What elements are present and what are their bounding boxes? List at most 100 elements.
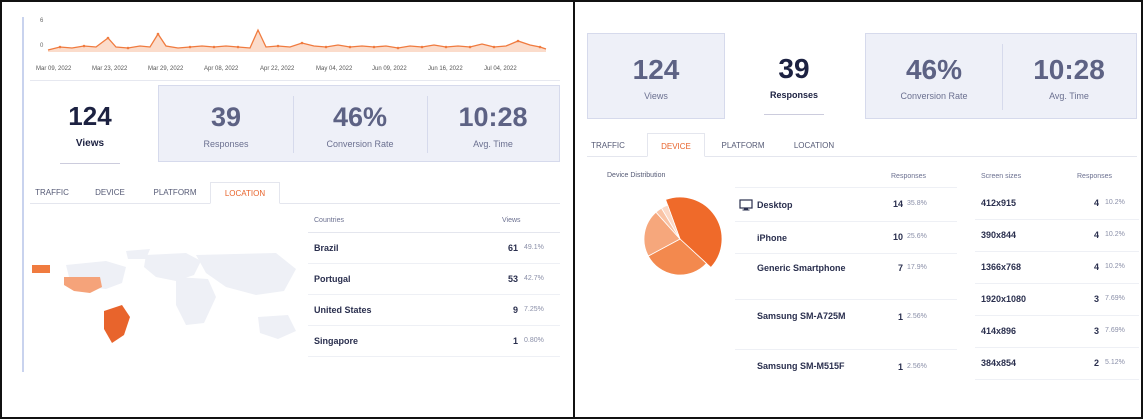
tab-location[interactable]: LOCATION: [783, 133, 845, 157]
table-row[interactable]: Brazil 61 49.1%: [308, 233, 560, 264]
right-panel: 124 Views 39 Responses 46% Conversion Ra…: [575, 2, 1141, 417]
table-row[interactable]: Desktop 14 35.8%: [735, 188, 957, 222]
timeline-line: [47, 28, 547, 52]
response-percent: 10.2%: [1105, 199, 1125, 206]
view-count: 53: [507, 274, 518, 284]
response-percent: 2.56%: [907, 313, 927, 320]
device-distribution-title: Device Distribution: [607, 172, 666, 179]
column-header: Responses: [891, 173, 927, 180]
stat-value: 10:28: [458, 102, 528, 132]
view-count: 1: [512, 336, 518, 346]
map-region-brazil: [104, 305, 130, 343]
response-count: 3: [1093, 326, 1099, 336]
timeline-dates: Mar 09, 2022 Mar 23, 2022 Mar 29, 2022 A…: [36, 66, 556, 76]
table-row[interactable]: Samsung SM-A725M 1 2.56%: [735, 300, 957, 350]
world-map: [32, 249, 296, 343]
tab-device[interactable]: DEVICE: [647, 133, 705, 157]
view-count: 9: [512, 305, 518, 315]
stat-conversion-card[interactable]: 46% Conversion Rate: [866, 34, 1002, 120]
stats-group: 39 Responses 46% Conversion Rate 10:28 A…: [158, 85, 560, 162]
table-row[interactable]: Samsung SM-M515F 1 2.56%: [735, 350, 957, 400]
column-header: Responses: [1077, 173, 1113, 180]
response-percent: 10.2%: [1105, 263, 1125, 270]
screen-size: 390x844: [981, 230, 1017, 240]
view-percent: 42.7%: [524, 275, 544, 282]
stat-value: 39: [210, 102, 242, 132]
response-percent: 25.6%: [907, 233, 927, 240]
tab-bar: TRAFFIC DEVICE PLATFORM LOCATION: [587, 133, 1137, 157]
response-count: 1: [897, 312, 903, 322]
stat-avg-time-card[interactable]: 10:28 Avg. Time: [427, 86, 559, 163]
response-count: 2: [1093, 358, 1099, 368]
table-row[interactable]: 384x854 2 5.12%: [975, 348, 1139, 380]
stat-conversion-card[interactable]: 46% Conversion Rate: [293, 86, 427, 163]
table-row[interactable]: 1920x1080 3 7.69%: [975, 284, 1139, 316]
stat-label: Conversion Rate: [900, 91, 968, 101]
table-row[interactable]: iPhone 10 25.6%: [735, 222, 957, 254]
tab-traffic[interactable]: TRAFFIC: [587, 133, 629, 157]
screen-size: 1920x1080: [981, 294, 1027, 304]
tab-platform[interactable]: PLATFORM: [715, 133, 771, 157]
table-row[interactable]: Generic Smartphone 7 17.9%: [735, 254, 957, 300]
response-percent: 2.56%: [907, 363, 927, 370]
date-label: Mar 09, 2022: [36, 66, 72, 72]
stat-views-card[interactable]: 124 Views: [587, 33, 725, 119]
table-row[interactable]: 1366x768 4 10.2%: [975, 252, 1139, 284]
countries-table: Countries Views Brazil 61 49.1% Portugal…: [308, 207, 560, 357]
table-row[interactable]: 414x896 3 7.69%: [975, 316, 1139, 348]
device-name: iPhone: [757, 233, 788, 243]
response-count: 10: [892, 232, 903, 242]
view-percent: 0.80%: [524, 337, 544, 344]
table-row[interactable]: Portugal 53 42.7%: [308, 264, 560, 295]
tab-bar: TRAFFIC DEVICE PLATFORM LOCATION: [30, 182, 560, 204]
selected-underline: [764, 114, 824, 115]
devices-table: Responses Desktop 14 35.8% iPhone 10 25.…: [735, 166, 957, 400]
separator: [30, 80, 560, 81]
stat-avg-time-card[interactable]: 10:28 Avg. Time: [1002, 34, 1136, 120]
stats-group: 46% Conversion Rate 10:28 Avg. Time: [865, 33, 1137, 119]
stat-label: Views: [75, 138, 105, 149]
stat-value: 46%: [332, 102, 388, 132]
view-percent: 7.25%: [524, 306, 544, 313]
device-name: Generic Smartphone: [757, 263, 846, 273]
date-label: Mar 23, 2022: [92, 66, 128, 72]
date-label: May 04, 2022: [316, 66, 353, 72]
table-header: Countries Views: [308, 207, 560, 233]
response-percent: 35.8%: [907, 200, 927, 207]
screen-size: 1366x768: [981, 262, 1022, 272]
device-name: Samsung SM-A725M: [757, 311, 846, 321]
response-count: 7: [897, 263, 903, 273]
stat-views-card[interactable]: 124 Views: [30, 87, 150, 164]
date-label: Jul 04, 2022: [484, 66, 517, 72]
table-row[interactable]: United States 9 7.25%: [308, 295, 560, 326]
response-count: 3: [1093, 294, 1099, 304]
stat-label: Conversion Rate: [326, 139, 394, 149]
stat-value: 46%: [905, 54, 963, 85]
tab-traffic[interactable]: TRAFFIC: [30, 182, 74, 204]
stat-responses-card[interactable]: 39 Responses: [159, 86, 293, 163]
screen-size: 414x896: [981, 326, 1017, 336]
table-row[interactable]: Singapore 1 0.80%: [308, 326, 560, 357]
response-percent: 7.69%: [1105, 327, 1125, 334]
table-header: Responses: [735, 166, 957, 188]
response-percent: 7.69%: [1105, 295, 1125, 302]
stat-label: Responses: [203, 139, 249, 149]
screen-size: 384x854: [981, 358, 1017, 368]
stat-label: Avg. Time: [1049, 91, 1089, 101]
date-label: Jun 16, 2022: [428, 66, 463, 72]
selected-underline: [60, 163, 120, 164]
stat-label: Responses: [769, 90, 819, 100]
stat-label: Avg. Time: [473, 139, 513, 149]
tab-location[interactable]: LOCATION: [210, 182, 280, 204]
monitor-icon: [739, 199, 753, 211]
stat-responses-card[interactable]: 39 Responses: [727, 33, 861, 119]
column-header: Countries: [314, 217, 344, 224]
device-pie-chart: [643, 196, 723, 276]
country-name: Singapore: [314, 336, 359, 346]
tab-platform[interactable]: PLATFORM: [146, 182, 204, 204]
table-row[interactable]: 390x844 4 10.2%: [975, 220, 1139, 252]
tab-device[interactable]: DEVICE: [86, 182, 134, 204]
table-row[interactable]: 412x915 4 10.2%: [975, 188, 1139, 220]
y-axis-label: 0: [40, 43, 44, 49]
view-percent: 49.1%: [524, 244, 544, 251]
